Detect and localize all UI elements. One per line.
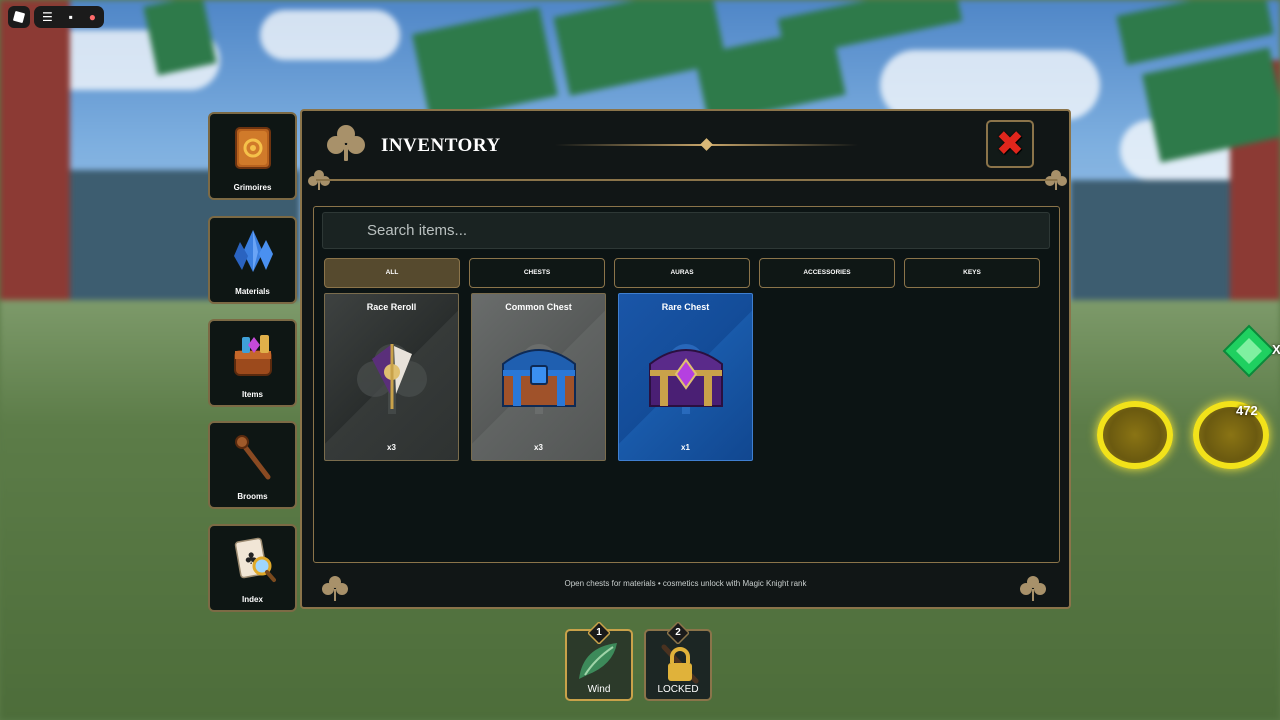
item-name: Race Reroll	[366, 302, 417, 312]
sidebar-item-grimoires[interactable]: Grimoires	[208, 112, 297, 200]
item-name: Common Chest	[505, 302, 572, 312]
green-gem-icon[interactable]	[1222, 324, 1276, 378]
padlock-icon	[661, 644, 699, 684]
clover-corner-icon	[1020, 576, 1046, 601]
tab-chests[interactable]: CHESTS	[469, 258, 605, 288]
index-card-magnifier-icon: ♣	[234, 537, 276, 582]
sidebar-item-label: Items	[242, 390, 263, 399]
close-button[interactable]: ✖	[986, 120, 1034, 168]
chat-icon[interactable]: ▪	[69, 10, 73, 24]
item-name: Rare Chest	[661, 302, 710, 312]
crystal-icon	[233, 230, 273, 272]
gem-glyph: X	[1272, 342, 1280, 357]
item-list-container: Search items... ALL CHESTS AURAS ACCESSO…	[313, 206, 1060, 563]
item-quantity: x3	[534, 443, 543, 452]
sidebar-item-brooms[interactable]: Brooms	[208, 421, 297, 509]
tab-all[interactable]: ALL	[324, 258, 460, 288]
wind-feather-icon	[579, 643, 617, 679]
slot-number-badge: 1	[586, 620, 612, 646]
clover-emblem-icon	[327, 125, 365, 161]
item-quantity: x1	[681, 443, 690, 452]
page-title: INVENTORY	[381, 135, 501, 156]
sidebar-item-index[interactable]: ♣ Index	[208, 524, 297, 612]
microphone-muted-icon[interactable]: ●	[89, 10, 96, 24]
hotbar-slot-1[interactable]: 1 Wind	[565, 620, 633, 701]
slot-number: 1	[596, 627, 602, 638]
tab-keys[interactable]: KEYS	[904, 258, 1040, 288]
sidebar-item-materials[interactable]: Materials	[208, 216, 297, 304]
sidebar-item-label: Materials	[235, 287, 270, 296]
inventory-panel: INVENTORY ✖ Search items... ALL CHESTS A…	[300, 109, 1071, 609]
sidebar-item-label: Brooms	[237, 492, 268, 501]
roblox-topbar: ☰ ▪ ●	[34, 6, 104, 28]
coin-button[interactable]	[1097, 401, 1173, 469]
grimoire-book-icon	[234, 127, 271, 169]
sidebar-item-items[interactable]: Items	[208, 319, 297, 407]
hamburger-menu-icon[interactable]: ☰	[42, 10, 53, 24]
item-card-race-reroll[interactable]: Race Reroll x3	[324, 293, 459, 461]
item-card-common-chest[interactable]: Common Chest x3	[471, 293, 606, 461]
diamond-ornament-icon	[700, 138, 713, 151]
tab-auras[interactable]: AURAS	[614, 258, 750, 288]
slot-number-badge: 2	[665, 620, 691, 646]
slot-label: Wind	[587, 684, 611, 695]
tab-accessories[interactable]: ACCESSORIES	[759, 258, 895, 288]
slot-number: 2	[675, 627, 681, 638]
item-bag-icon	[233, 335, 272, 376]
clover-corner-icon	[322, 576, 348, 601]
item-card-rare-chest[interactable]: Rare Chest x1	[618, 293, 753, 461]
race-reroll-icon	[357, 344, 427, 414]
hotbar-slot-2[interactable]: 2 LOCKED	[644, 620, 712, 701]
close-icon: ✖	[995, 125, 1025, 163]
header-separator	[316, 179, 1057, 181]
roblox-menu-icon[interactable]	[8, 6, 30, 28]
sidebar-item-label: Grimoires	[233, 183, 272, 192]
broom-icon	[234, 435, 270, 480]
common-chest-icon	[502, 344, 576, 414]
search-input[interactable]: Search items...	[322, 212, 1050, 249]
footer-hint: Open chests for materials • cosmetics un…	[564, 579, 807, 588]
rare-chest-icon	[649, 344, 723, 414]
currency-count: 472	[1236, 403, 1258, 418]
item-quantity: x3	[387, 443, 396, 452]
slot-label: LOCKED	[657, 684, 699, 695]
sidebar-item-label: Index	[242, 595, 263, 604]
